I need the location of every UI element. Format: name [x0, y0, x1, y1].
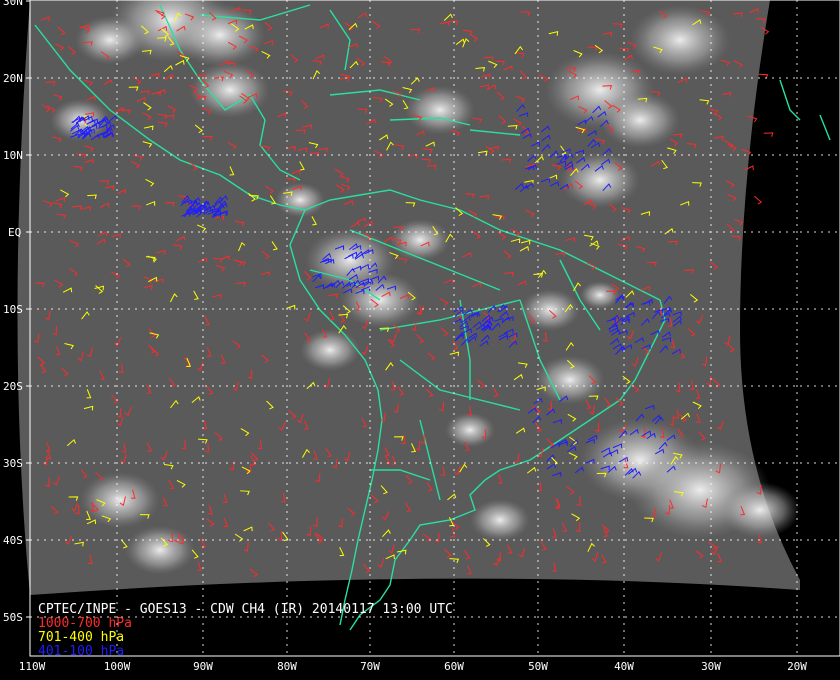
lon-label-110w: 110W [18, 660, 46, 673]
cloud-patch [405, 85, 475, 135]
lon-label-90w: 90W [193, 660, 213, 673]
cloud-patch [75, 15, 145, 65]
legend-mid-level: 701-400 hPa [38, 630, 125, 645]
cloud-patch [630, 5, 730, 75]
cloud-patch [560, 152, 640, 208]
lat-label-20s: 20S [3, 380, 23, 393]
lon-label-70w: 70W [360, 660, 380, 673]
map-title: CPTEC/INPE - GOES13 - CDW CH4 (IR) 20140… [38, 602, 453, 617]
legend-high-level: 401-100 hPa [38, 644, 125, 659]
cloud-patch [445, 412, 495, 448]
cloud-patch [125, 525, 195, 575]
wind-barb [763, 132, 774, 137]
lon-label-30w: 30W [701, 660, 721, 673]
cloud-patch [720, 482, 800, 538]
lon-label-40w: 40W [614, 660, 634, 673]
cloud-patch [175, 3, 265, 67]
lat-label-eq: EQ [8, 226, 22, 239]
lon-label-100w: 100W [103, 660, 131, 673]
cloud-patch [600, 92, 680, 148]
lon-label-20w: 20W [787, 660, 807, 673]
cloud-patch [300, 329, 360, 371]
satellite-map [17, 0, 840, 657]
lat-label-10n: 10N [3, 149, 23, 162]
lat-label-50s: 50S [3, 611, 23, 624]
lon-label-80w: 80W [277, 660, 297, 673]
map-caption: CPTEC/INPE - GOES13 - CDW CH4 (IR) 20140… [38, 603, 453, 659]
lon-label-50w: 50W [528, 660, 548, 673]
lat-label-40s: 40S [3, 534, 23, 547]
cloud-patch [470, 499, 530, 541]
lat-label-30s: 30S [3, 457, 23, 470]
legend-low-level: 1000-700 hPa [38, 616, 132, 631]
cloud-patch [275, 182, 325, 218]
lat-label-20n: 20N [3, 72, 23, 85]
cloud-patch [80, 472, 160, 528]
lon-label-60w: 60W [444, 660, 464, 673]
lat-label-10s: 10S [3, 303, 23, 316]
wind-barb [754, 195, 763, 205]
cloud-patch [520, 289, 580, 331]
lat-label-30n: 30N [3, 0, 23, 8]
